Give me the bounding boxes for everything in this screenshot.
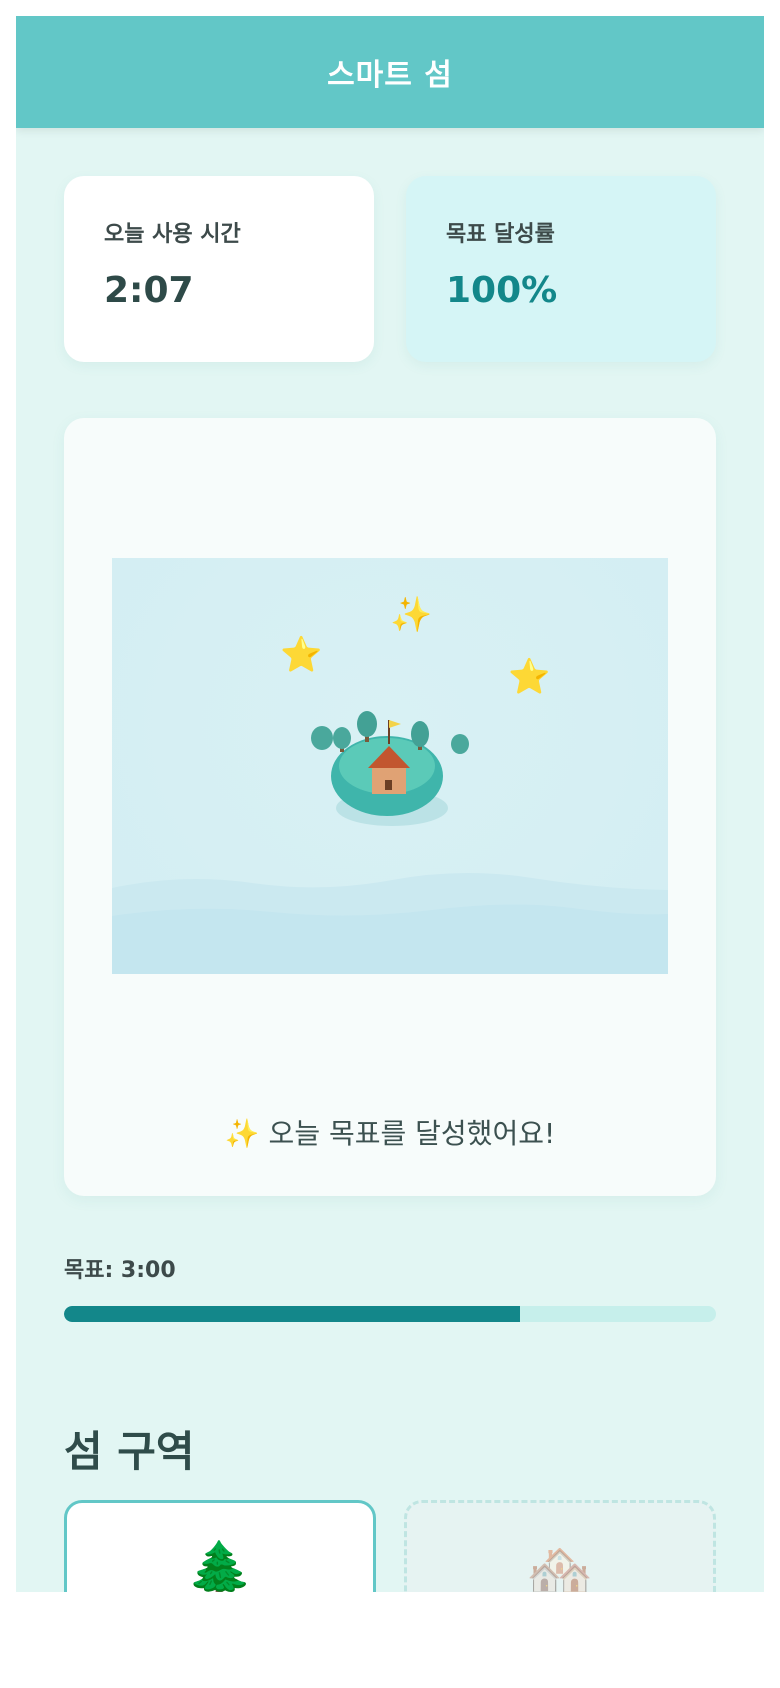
- tree-icon: 🌲: [186, 1538, 254, 1593]
- goal-progress-fill: [64, 1306, 521, 1322]
- houses-icon: 🏘️: [526, 1538, 594, 1593]
- stats-row: 오늘 사용 시간 2:07 목표 달성률 100%: [64, 176, 716, 362]
- island-scene: ⭐ ⭐ ✨: [112, 558, 668, 974]
- sparkle-icon: ✨: [390, 595, 433, 635]
- app-title: 스마트 섬: [327, 58, 453, 93]
- today-usage-value: 2:07: [104, 270, 194, 311]
- today-usage-card: 오늘 사용 시간 2:07: [64, 176, 374, 362]
- zone-card-village-locked[interactable]: 🏘️: [404, 1500, 716, 1592]
- app-header: 스마트 섬: [16, 16, 764, 128]
- app-frame: 스마트 섬 오늘 사용 시간 2:07 목표 달성률 100% ⭐ ⭐ ✨ ✨ …: [16, 16, 764, 1592]
- goal-rate-label: 목표 달성률: [446, 222, 555, 247]
- goal-rate-value: 100%: [446, 270, 558, 311]
- goal-rate-card: 목표 달성률 100%: [406, 176, 716, 362]
- today-usage-label: 오늘 사용 시간: [104, 222, 241, 247]
- wave-front: [112, 904, 668, 974]
- goal-label: 목표: 3:00: [64, 1258, 176, 1283]
- zone-card-forest[interactable]: 🌲: [64, 1500, 376, 1592]
- goal-progress-bar: [64, 1306, 716, 1322]
- star-icon: ⭐: [280, 635, 323, 675]
- star-icon: ⭐: [508, 657, 551, 697]
- goal-achieved-message: ✨ 오늘 목표를 달성했어요!: [224, 1117, 556, 1150]
- zones-title: 섬 구역: [64, 1427, 195, 1476]
- island-card: ⭐ ⭐ ✨ ✨ 오늘 목표를 달성했어요!: [64, 418, 716, 1196]
